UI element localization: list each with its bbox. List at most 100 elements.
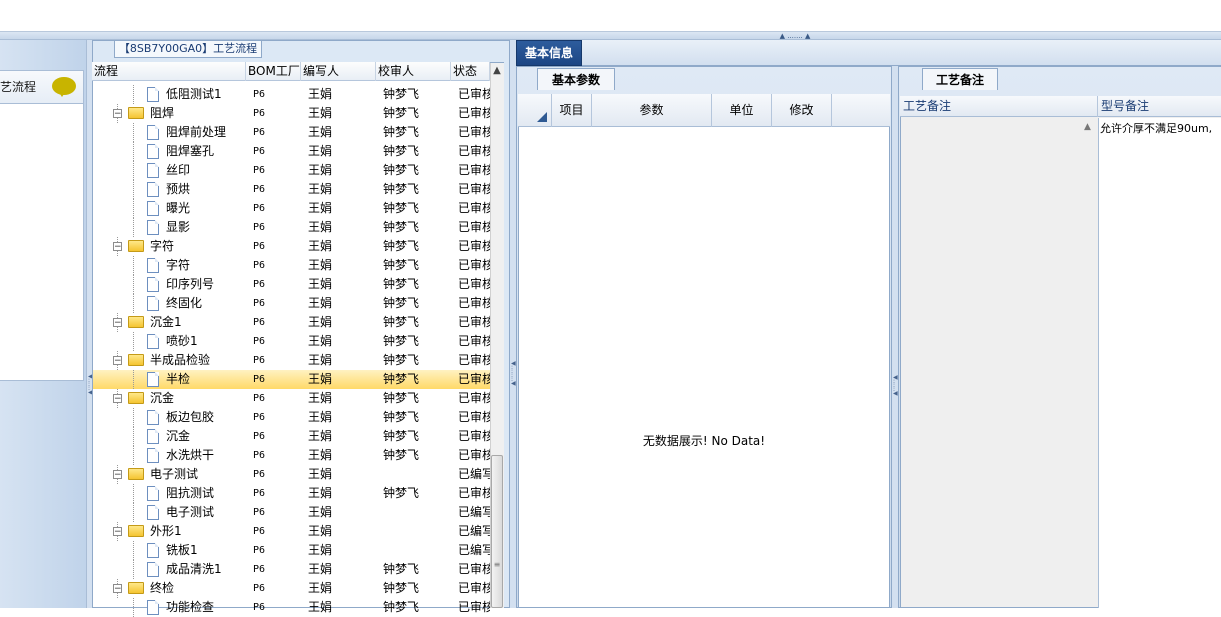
tree-item-row[interactable]: 铣板1 P6 王娟 已编写 (93, 541, 490, 560)
tree-item-row[interactable]: 印序列号 P6 王娟 钟梦飞 已审核 (93, 275, 490, 294)
column-header-bom[interactable]: BOM工厂 (246, 62, 301, 81)
tree-item-row[interactable]: 喷砂1 P6 王娟 钟梦飞 已审核 (93, 332, 490, 351)
tree-folder-row[interactable]: − 外形1 P6 王娟 已编写 (93, 522, 490, 541)
tab-basic-params[interactable]: 基本参数 (537, 68, 615, 90)
document-icon (147, 125, 159, 140)
tree-item-row[interactable]: 沉金 P6 王娟 钟梦飞 已审核 (93, 427, 490, 446)
tree-item-row[interactable]: 板边包胶 P6 王娟 钟梦飞 已审核 (93, 408, 490, 427)
cell-reviewer: 钟梦飞 (383, 163, 420, 177)
cell-reviewer (383, 465, 453, 484)
tab-basic-info[interactable]: 基本信息 (516, 40, 582, 66)
tree-folder-row[interactable]: − 沉金 P6 王娟 钟梦飞 已审核 (93, 389, 490, 408)
collapse-toggle-icon[interactable]: − (113, 356, 122, 366)
document-icon (147, 429, 159, 444)
column-header-status[interactable]: 状态 (451, 62, 490, 81)
cell-writer: 王娟 (308, 144, 333, 158)
document-icon (147, 543, 159, 558)
tree-item-row[interactable]: 显影 P6 王娟 钟梦飞 已审核 (93, 218, 490, 237)
chat-bubble-icon[interactable] (52, 77, 76, 97)
column-header-process[interactable]: 流程 (92, 62, 246, 81)
column-header-model-note[interactable]: 型号备注 (1098, 96, 1221, 117)
cell-reviewer: 钟梦飞 (383, 391, 420, 405)
tree-guide-line (133, 503, 134, 522)
cell-writer: 王娟 (308, 277, 333, 291)
cell-reviewer (383, 503, 453, 522)
collapse-toggle-icon[interactable]: − (113, 242, 122, 252)
tree-item-row[interactable]: 半检 P6 王娟 钟梦飞 已审核 (93, 370, 490, 389)
note-scroll-up-icon[interactable]: ▲ (1084, 122, 1091, 132)
left-panel-body (0, 104, 84, 381)
collapse-toggle-icon[interactable]: − (113, 470, 122, 480)
tree-folder-row[interactable]: − 终检 P6 王娟 钟梦飞 已审核 (93, 579, 490, 598)
tree-item-row[interactable]: 阻焊塞孔 P6 王娟 钟梦飞 已审核 (93, 142, 490, 161)
collapse-toggle-icon[interactable]: − (113, 318, 122, 328)
scrollbar-grip-icon: ≡ (493, 560, 501, 569)
cell-reviewer: 钟梦飞 (383, 220, 420, 234)
column-header-writer[interactable]: 编写人 (301, 62, 376, 81)
cell-writer: 王娟 (308, 524, 333, 538)
cell-bom: P6 (253, 526, 266, 537)
cell-bom: P6 (253, 583, 266, 594)
tree-guide-line (133, 560, 134, 579)
tree-guide-line (133, 161, 134, 180)
horizontal-splitter[interactable] (0, 32, 1221, 40)
cell-writer: 王娟 (308, 486, 333, 500)
collapse-toggle-icon[interactable]: − (113, 109, 122, 119)
tree-item-row[interactable]: 成品清洗1 P6 王娟 钟梦飞 已审核 (93, 560, 490, 579)
cell-status: 已审核 (458, 106, 490, 120)
select-all-corner-icon[interactable] (537, 112, 547, 122)
document-icon (147, 334, 159, 349)
scroll-up-icon[interactable]: ▲ (490, 63, 504, 79)
cell-bom: P6 (253, 89, 266, 100)
cell-writer: 王娟 (308, 372, 333, 386)
tree-node-label: 字符 (150, 239, 175, 253)
tab-process-note[interactable]: 工艺备注 (922, 68, 998, 90)
tree-item-row[interactable]: 字符 P6 王娟 钟梦飞 已审核 (93, 256, 490, 275)
column-header-process-note[interactable]: 工艺备注 (900, 96, 1098, 117)
cell-reviewer: 钟梦飞 (383, 448, 420, 462)
tree-guide-line (133, 484, 134, 503)
cell-bom: P6 (253, 165, 266, 176)
tree-node-label: 半检 (166, 372, 191, 386)
column-header-modify[interactable]: 修改 (772, 94, 832, 127)
tree-item-row[interactable]: 终固化 P6 王娟 钟梦飞 已审核 (93, 294, 490, 313)
tree-node-label: 阻抗测试 (166, 486, 215, 500)
column-header-param[interactable]: 参数 (592, 94, 712, 127)
column-header-item[interactable]: 项目 (552, 94, 592, 127)
tree-item-row[interactable]: 阻焊前处理 P6 王娟 钟梦飞 已审核 (93, 123, 490, 142)
model-note-cell[interactable] (1098, 118, 1221, 608)
tree-folder-row[interactable]: − 半成品检验 P6 王娟 钟梦飞 已审核 (93, 351, 490, 370)
tree-folder-row[interactable]: − 沉金1 P6 王娟 钟梦飞 已审核 (93, 313, 490, 332)
cell-reviewer: 钟梦飞 (383, 486, 420, 500)
row-selector-header[interactable] (518, 94, 552, 127)
tree-item-row[interactable]: 曝光 P6 王娟 钟梦飞 已审核 (93, 199, 490, 218)
tree-node-label: 低阻测试1 (166, 87, 222, 101)
tree-node-label: 阻焊前处理 (166, 125, 227, 139)
tree-folder-row[interactable]: − 字符 P6 王娟 钟梦飞 已审核 (93, 237, 490, 256)
tree-item-row[interactable]: 电子测试 P6 王娟 已编写 (93, 503, 490, 522)
tree-folder-row[interactable]: − 阻焊 P6 王娟 钟梦飞 已审核 (93, 104, 490, 123)
splitter-grip[interactable]: ▲ ....... ▲ (760, 33, 830, 40)
column-header-reviewer[interactable]: 校审人 (376, 62, 451, 81)
cell-status: 已编写 (458, 524, 490, 538)
tree-folder-row[interactable]: − 电子测试 P6 王娟 已编写 (93, 465, 490, 484)
cell-status: 已审核 (458, 163, 490, 177)
cell-writer: 王娟 (308, 182, 333, 196)
tree-item-row[interactable]: 低阻测试1 P6 王娟 钟梦飞 已审核 (93, 85, 490, 104)
tree-item-row[interactable]: 水洗烘干 P6 王娟 钟梦飞 已审核 (93, 446, 490, 465)
collapse-toggle-icon[interactable]: − (113, 394, 122, 404)
cell-reviewer: 钟梦飞 (383, 353, 420, 367)
scrollbar-thumb[interactable] (491, 455, 503, 608)
tree-item-row[interactable]: 阻抗测试 P6 王娟 钟梦飞 已审核 (93, 484, 490, 503)
tree-node-label: 字符 (166, 258, 191, 272)
cell-reviewer: 钟梦飞 (383, 201, 420, 215)
cell-writer: 王娟 (308, 315, 333, 329)
splitter-grip-dots: ◀:::: ◀ (511, 360, 516, 387)
tree-item-row[interactable]: 丝印 P6 王娟 钟梦飞 已审核 (93, 161, 490, 180)
collapse-toggle-icon[interactable]: − (113, 527, 122, 537)
collapse-toggle-icon[interactable]: − (113, 584, 122, 594)
column-header-unit[interactable]: 单位 (712, 94, 772, 127)
cell-bom: P6 (253, 488, 266, 499)
tree-header: 流程 BOM工厂 编写人 校审人 状态 (92, 62, 490, 81)
tree-item-row[interactable]: 预烘 P6 王娟 钟梦飞 已审核 (93, 180, 490, 199)
